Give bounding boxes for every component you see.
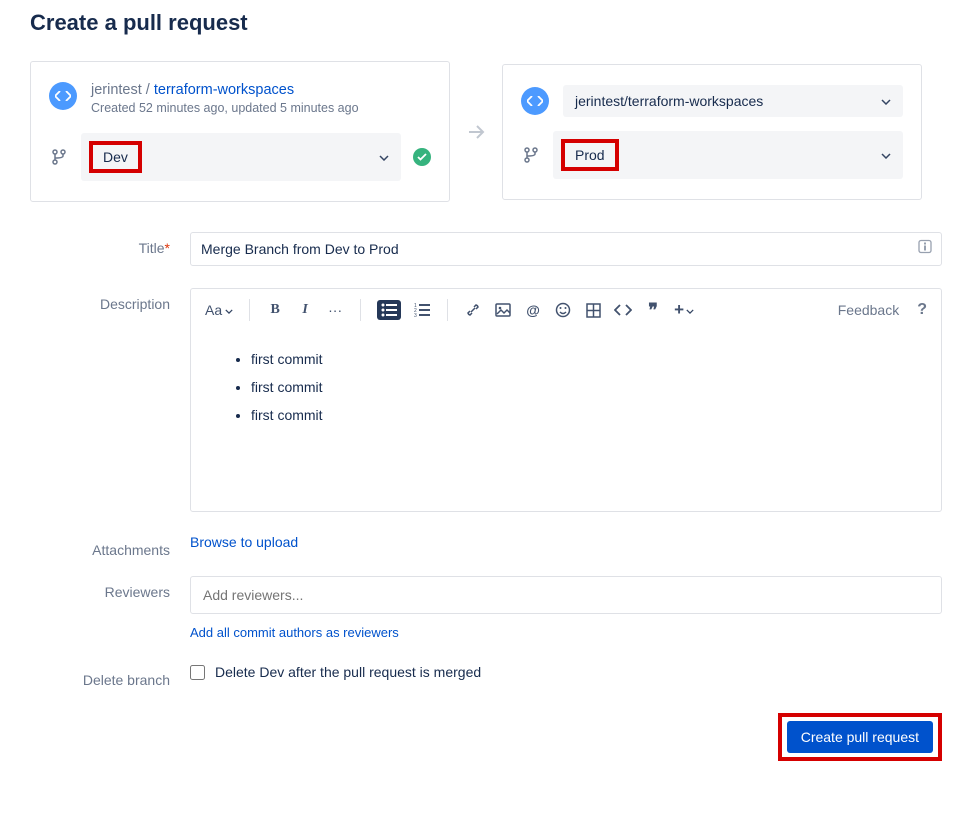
- code-icon[interactable]: [614, 304, 632, 316]
- branch-icon: [521, 147, 541, 163]
- source-owner: jerintest: [91, 82, 142, 98]
- commit-item: first commit: [251, 407, 911, 423]
- title-input[interactable]: [190, 232, 942, 266]
- chevron-down-icon: [881, 94, 891, 108]
- source-repo-link[interactable]: terraform-workspaces: [154, 82, 294, 98]
- dest-branch-value: Prod: [561, 139, 619, 171]
- description-editor: Aa B I ··· 123 @: [190, 288, 942, 512]
- source-dest-row: jerintest / terraform-workspaces Created…: [30, 61, 942, 202]
- chevron-down-icon: [881, 148, 891, 162]
- delete-branch-text: Delete Dev after the pull request is mer…: [215, 664, 481, 680]
- check-ok-icon: [413, 148, 431, 166]
- dest-repo-value: jerintest/terraform-workspaces: [575, 93, 763, 109]
- more-format-button[interactable]: ···: [326, 302, 344, 318]
- commit-item: first commit: [251, 379, 911, 395]
- reviewers-label: Reviewers: [30, 576, 190, 600]
- dest-repo-select[interactable]: jerintest/terraform-workspaces: [563, 85, 903, 117]
- code-repo-icon: [521, 87, 549, 115]
- mention-icon[interactable]: @: [524, 302, 542, 318]
- source-repo-meta: Created 52 minutes ago, updated 5 minute…: [91, 101, 359, 115]
- delete-branch-checkbox[interactable]: [190, 665, 205, 680]
- attachments-label: Attachments: [30, 534, 190, 558]
- table-icon[interactable]: [584, 303, 602, 318]
- page-title: Create a pull request: [30, 10, 942, 36]
- input-info-icon: [918, 240, 932, 259]
- description-label: Description: [30, 288, 190, 312]
- image-icon[interactable]: [494, 303, 512, 317]
- insert-dropdown[interactable]: +: [674, 300, 694, 320]
- arrow-right-icon: [465, 121, 487, 143]
- commit-item: first commit: [251, 351, 911, 367]
- text-style-dropdown[interactable]: Aa: [205, 302, 233, 318]
- emoji-icon[interactable]: [554, 302, 572, 318]
- description-content[interactable]: first commit first commit first commit: [191, 331, 941, 511]
- branch-icon: [49, 149, 69, 165]
- dest-card: jerintest/terraform-workspaces Prod: [502, 64, 922, 200]
- editor-toolbar: Aa B I ··· 123 @: [191, 289, 941, 331]
- submit-highlight: Create pull request: [778, 713, 942, 761]
- svg-text:3: 3: [414, 313, 417, 317]
- code-repo-icon: [49, 82, 77, 110]
- chevron-down-icon: [379, 150, 389, 164]
- source-branch-value: Dev: [89, 141, 142, 173]
- numbered-list-button[interactable]: 123: [413, 303, 431, 317]
- help-button[interactable]: ?: [917, 301, 927, 319]
- feedback-link[interactable]: Feedback: [838, 302, 899, 318]
- source-repo-breadcrumb: jerintest / terraform-workspaces: [91, 82, 359, 98]
- source-branch-select[interactable]: Dev: [81, 133, 401, 181]
- italic-button[interactable]: I: [296, 302, 314, 318]
- reviewers-input[interactable]: [190, 576, 942, 614]
- title-label: Title*: [30, 232, 190, 256]
- dest-branch-select[interactable]: Prod: [553, 131, 903, 179]
- source-card: jerintest / terraform-workspaces Created…: [30, 61, 450, 202]
- link-icon[interactable]: [464, 302, 482, 318]
- create-pr-button[interactable]: Create pull request: [787, 721, 933, 753]
- browse-upload-link[interactable]: Browse to upload: [190, 534, 298, 550]
- delete-branch-label: Delete branch: [30, 664, 190, 688]
- add-all-authors-link[interactable]: Add all commit authors as reviewers: [190, 625, 399, 640]
- bold-button[interactable]: B: [266, 302, 284, 318]
- bullet-list-button[interactable]: [377, 300, 401, 320]
- quote-icon[interactable]: ❞: [644, 300, 662, 321]
